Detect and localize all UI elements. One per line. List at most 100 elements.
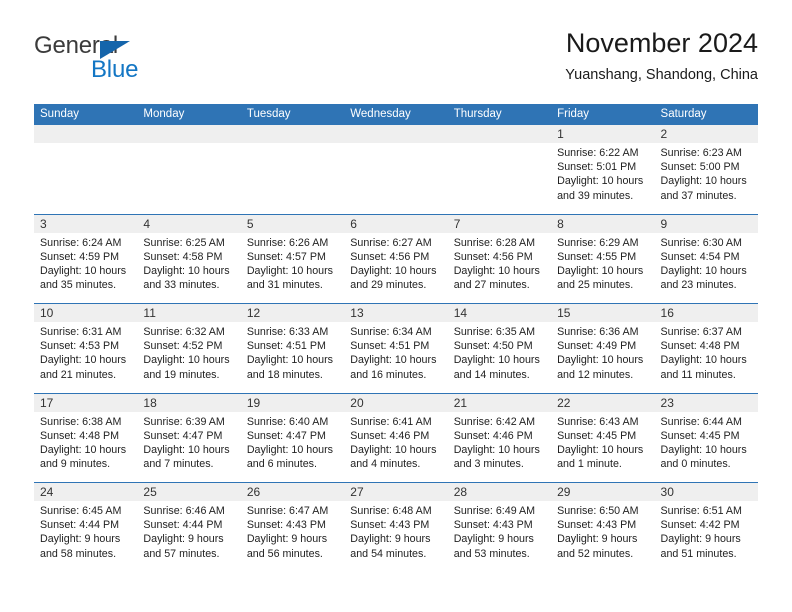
- daylight-text: Daylight: 10 hours and 14 minutes.: [453, 354, 540, 381]
- day-cell[interactable]: 7 Sunrise: 6:28 AM Sunset: 4:56 PM Daylight…: [447, 214, 552, 303]
- day-details: Sunrise: 6:25 AM Sunset: 4:58 PM Daylight:…: [137, 233, 240, 293]
- day-number: 6: [344, 214, 448, 233]
- day-cell[interactable]: 20 Sunrise: 6:41 AM Sunset: 4:46 PM Dayligh…: [344, 393, 448, 482]
- day-details: Sunrise: 6:36 AM Sunset: 4:49 PM Daylight:…: [551, 322, 654, 382]
- day-details: Sunrise: 6:47 AM Sunset: 4:43 PM Daylight:…: [241, 501, 344, 561]
- sunrise-text: Sunrise: 6:25 AM: [143, 236, 225, 249]
- daylight-text: Daylight: 10 hours and 0 minutes.: [660, 443, 747, 471]
- day-cell[interactable]: 4 Sunrise: 6:25 AM Sunset: 4:58 PM Daylight…: [137, 214, 241, 303]
- day-details: Sunrise: 6:31 AM Sunset: 4:53 PM Daylight:…: [34, 322, 137, 382]
- sunrise-text: Sunrise: 6:39 AM: [143, 415, 225, 428]
- day-cell[interactable]: 1 Sunrise: 6:22 AM Sunset: 5:01 PM Daylight…: [551, 125, 655, 214]
- day-cell[interactable]: 25 Sunrise: 6:46 AM Sunset: 4:44 PM Dayligh…: [137, 483, 241, 572]
- day-cell[interactable]: 30 Sunrise: 6:51 AM Sunset: 4:42 PM Dayligh…: [654, 483, 758, 572]
- daylight-text: Daylight: 10 hours and 25 minutes.: [557, 264, 644, 292]
- sunset-text: Sunset: 4:54 PM: [660, 250, 740, 263]
- sunset-text: Sunset: 4:44 PM: [143, 519, 223, 532]
- day-cell[interactable]: 10 Sunrise: 6:31 AM Sunset: 4:53 PM Dayligh…: [34, 304, 138, 393]
- day-cell[interactable]: 2 Sunrise: 6:23 AM Sunset: 5:00 PM Daylight…: [654, 125, 758, 214]
- daylight-text: Daylight: 10 hours and 23 minutes.: [660, 264, 747, 292]
- sunrise-text: Sunrise: 6:32 AM: [143, 326, 225, 338]
- sunrise-text: Sunrise: 6:50 AM: [557, 505, 639, 517]
- day-cell[interactable]: 6 Sunrise: 6:27 AM Sunset: 4:56 PM Daylight…: [344, 214, 448, 303]
- day-cell[interactable]: 8 Sunrise: 6:29 AM Sunset: 4:55 PM Daylight…: [551, 214, 655, 303]
- day-cell-empty: [34, 125, 138, 214]
- day-cell[interactable]: 17 Sunrise: 6:38 AM Sunset: 4:48 PM Dayligh…: [34, 393, 138, 482]
- day-details: Sunrise: 6:44 AM Sunset: 4:45 PM Daylight:…: [655, 412, 758, 472]
- sunrise-text: Sunrise: 6:42 AM: [453, 415, 536, 428]
- day-cell[interactable]: 3 Sunrise: 6:24 AM Sunset: 4:59 PM Daylight…: [34, 214, 138, 303]
- day-cell[interactable]: 28 Sunrise: 6:49 AM Sunset: 4:43 PM Dayligh…: [447, 483, 552, 572]
- sunset-text: Sunset: 4:43 PM: [246, 519, 326, 532]
- weekday-header-sunday: Sunday: [40, 108, 80, 120]
- day-cell[interactable]: 15 Sunrise: 6:36 AM Sunset: 4:49 PM Dayligh…: [551, 304, 655, 393]
- day-cell[interactable]: 23 Sunrise: 6:44 AM Sunset: 4:45 PM Dayligh…: [654, 393, 758, 482]
- day-cell[interactable]: 16 Sunrise: 6:37 AM Sunset: 4:48 PM Dayligh…: [654, 304, 758, 393]
- sunrise-text: Sunrise: 6:35 AM: [453, 326, 536, 338]
- weekday-header-row: Sunday Monday Tuesday Wednesday Thursday Frid…: [34, 104, 758, 125]
- day-number: 23: [654, 393, 758, 412]
- sunset-text: Sunset: 4:56 PM: [453, 250, 533, 263]
- daylight-text: Daylight: 10 hours and 1 minute.: [557, 443, 644, 471]
- daylight-text: Daylight: 10 hours and 19 minutes.: [143, 354, 230, 381]
- day-cell[interactable]: 21 Sunrise: 6:42 AM Sunset: 4:46 PM Dayligh…: [447, 393, 552, 482]
- sunrise-text: Sunrise: 6:33 AM: [246, 326, 329, 338]
- sunrise-text: Sunrise: 6:38 AM: [40, 415, 122, 428]
- sunrise-text: Sunrise: 6:36 AM: [557, 326, 639, 338]
- sunrise-text: Sunrise: 6:45 AM: [40, 505, 122, 517]
- daylight-text: Daylight: 10 hours and 39 minutes.: [557, 175, 644, 202]
- day-cell[interactable]: 13 Sunrise: 6:34 AM Sunset: 4:51 PM Dayligh…: [344, 304, 448, 393]
- day-number: 24: [34, 483, 138, 501]
- sunset-text: Sunset: 4:45 PM: [557, 429, 637, 442]
- calendar-weeks: 1 Sunrise: 6:22 AM Sunset: 5:01 PM Daylight…: [34, 125, 758, 572]
- sunset-text: Sunset: 4:58 PM: [143, 250, 223, 263]
- calendar-week-row: 1 Sunrise: 6:22 AM Sunset: 5:01 PM Daylight…: [34, 125, 758, 214]
- day-cell[interactable]: 12 Sunrise: 6:33 AM Sunset: 4:51 PM Dayligh…: [240, 304, 345, 393]
- daylight-text: Daylight: 10 hours and 11 minutes.: [660, 354, 747, 381]
- day-details: Sunrise: 6:27 AM Sunset: 4:56 PM Daylight:…: [344, 233, 447, 293]
- day-number: [447, 125, 552, 143]
- day-details: Sunrise: 6:40 AM Sunset: 4:47 PM Daylight:…: [241, 412, 344, 472]
- day-cell[interactable]: 9 Sunrise: 6:30 AM Sunset: 4:54 PM Daylight…: [654, 214, 758, 303]
- day-cell-empty: [137, 125, 241, 214]
- day-cell[interactable]: 5 Sunrise: 6:26 AM Sunset: 4:57 PM Daylight…: [240, 214, 345, 303]
- day-cell[interactable]: 18 Sunrise: 6:39 AM Sunset: 4:47 PM Dayligh…: [137, 393, 241, 482]
- sunrise-text: Sunrise: 6:28 AM: [453, 236, 536, 249]
- day-number: 26: [240, 483, 345, 501]
- day-details: Sunrise: 6:48 AM Sunset: 4:43 PM Daylight:…: [344, 501, 447, 561]
- day-cell[interactable]: 22 Sunrise: 6:43 AM Sunset: 4:45 PM Dayligh…: [551, 393, 655, 482]
- general-blue-logo[interactable]: General Blue: [34, 32, 214, 92]
- day-details: Sunrise: 6:29 AM Sunset: 4:55 PM Daylight:…: [551, 233, 654, 293]
- day-details: Sunrise: 6:49 AM Sunset: 4:43 PM Daylight:…: [448, 501, 551, 561]
- sunset-text: Sunset: 4:59 PM: [40, 250, 120, 263]
- day-details: Sunrise: 6:22 AM Sunset: 5:01 PM Daylight:…: [551, 143, 654, 203]
- day-number: 16: [654, 304, 758, 322]
- daylight-text: Daylight: 9 hours and 54 minutes.: [350, 533, 431, 560]
- sunrise-text: Sunrise: 6:46 AM: [143, 505, 225, 517]
- day-cell[interactable]: 19 Sunrise: 6:40 AM Sunset: 4:47 PM Dayligh…: [240, 393, 345, 482]
- sunset-text: Sunset: 4:43 PM: [557, 519, 637, 532]
- day-number: 14: [447, 304, 552, 322]
- sunrise-text: Sunrise: 6:22 AM: [557, 147, 639, 159]
- sunset-text: Sunset: 4:45 PM: [660, 429, 740, 442]
- daylight-text: Daylight: 9 hours and 58 minutes.: [40, 533, 121, 560]
- day-number: 9: [654, 214, 758, 233]
- day-cell[interactable]: 14 Sunrise: 6:35 AM Sunset: 4:50 PM Dayligh…: [447, 304, 552, 393]
- sunrise-text: Sunrise: 6:24 AM: [40, 236, 122, 249]
- day-cell[interactable]: 11 Sunrise: 6:32 AM Sunset: 4:52 PM Dayligh…: [137, 304, 241, 393]
- sunrise-text: Sunrise: 6:48 AM: [350, 505, 432, 517]
- page-title: November 2024: [565, 28, 758, 58]
- sunset-text: Sunset: 4:53 PM: [40, 340, 120, 353]
- day-cell[interactable]: 29 Sunrise: 6:50 AM Sunset: 4:43 PM Dayligh…: [551, 483, 655, 572]
- day-number: 4: [137, 214, 241, 233]
- daylight-text: Daylight: 10 hours and 35 minutes.: [40, 264, 127, 292]
- daylight-text: Daylight: 10 hours and 18 minutes.: [246, 354, 333, 381]
- daylight-text: Daylight: 10 hours and 7 minutes.: [143, 443, 230, 471]
- day-number: 18: [137, 393, 241, 412]
- day-cell[interactable]: 24 Sunrise: 6:45 AM Sunset: 4:44 PM Dayligh…: [34, 483, 138, 572]
- day-number: 1: [551, 125, 655, 143]
- day-number: [344, 125, 448, 143]
- day-cell[interactable]: 26 Sunrise: 6:47 AM Sunset: 4:43 PM Dayligh…: [240, 483, 345, 572]
- calendar-week-row: 24 Sunrise: 6:45 AM Sunset: 4:44 PM Dayligh…: [34, 482, 758, 572]
- day-cell[interactable]: 27 Sunrise: 6:48 AM Sunset: 4:43 PM Dayligh…: [344, 483, 448, 572]
